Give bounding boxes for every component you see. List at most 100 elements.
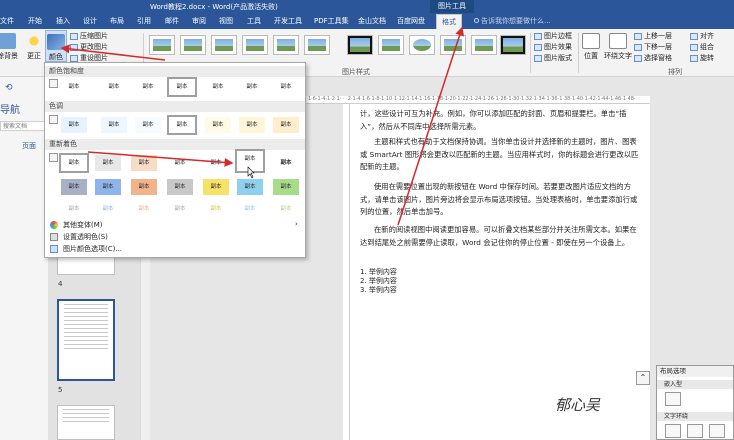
- recolor-swatch[interactable]: 副本: [59, 153, 89, 173]
- picture-layout-button[interactable]: 图片版式: [534, 53, 572, 63]
- tab-insert[interactable]: 插入: [56, 16, 70, 26]
- picture-style-3[interactable]: [211, 35, 237, 55]
- set-transparent-color-menu-item[interactable]: 设置透明色(S): [63, 232, 108, 242]
- remove-background-button[interactable]: 删除背景: [0, 33, 18, 63]
- recolor-swatch[interactable]: 副本: [61, 179, 87, 195]
- nav-pages-tab[interactable]: 页面: [22, 141, 36, 151]
- selection-pane-icon: [634, 54, 642, 62]
- color-button[interactable]: 颜色: [45, 30, 67, 62]
- recolor-swatch[interactable]: 副本: [131, 179, 157, 195]
- picture-color-options-menu-item[interactable]: 图片颜色选项(C)...: [63, 244, 122, 254]
- recolor-swatch[interactable]: 副本: [237, 201, 263, 217]
- saturation-swatch[interactable]: 副本: [167, 77, 197, 97]
- tab-review[interactable]: 审阅: [192, 16, 206, 26]
- saturation-swatch[interactable]: 副本: [239, 79, 265, 95]
- picture-style-9[interactable]: [409, 35, 435, 55]
- recolor-swatch[interactable]: 副本: [61, 201, 87, 217]
- recolor-swatch[interactable]: 副本: [273, 155, 299, 171]
- bring-forward-button[interactable]: 上移一层: [634, 31, 672, 41]
- tone-swatch[interactable]: 副本: [239, 117, 265, 133]
- tight-wrap-icon[interactable]: [687, 424, 703, 438]
- layout-options-button[interactable]: ⌃: [636, 371, 650, 385]
- tab-format[interactable]: 格式: [436, 14, 462, 29]
- tab-file[interactable]: 文件: [0, 16, 14, 26]
- saturation-swatch[interactable]: 副本: [273, 79, 299, 95]
- wrap-text-button[interactable]: 环绕文字: [603, 33, 633, 61]
- recolor-swatch-hovered[interactable]: 副本: [235, 149, 265, 173]
- tab-home[interactable]: 开始: [28, 16, 42, 26]
- picture-style-5[interactable]: [273, 35, 299, 55]
- tab-references[interactable]: 引用: [137, 16, 151, 26]
- change-picture-button[interactable]: 更改图片: [70, 42, 108, 52]
- signature-image[interactable]: 郁心吴: [555, 394, 600, 415]
- undo-arrow-icon[interactable]: ⟲: [5, 83, 13, 93]
- recolor-swatch[interactable]: 副本: [273, 179, 299, 195]
- tab-pdf-tools[interactable]: PDF工具集: [314, 16, 349, 26]
- compress-pictures-button[interactable]: 压缩图片: [70, 31, 108, 41]
- picture-style-2[interactable]: [180, 35, 206, 55]
- recolor-swatch[interactable]: 副本: [167, 179, 193, 195]
- picture-style-8[interactable]: [378, 35, 404, 55]
- picture-style-11[interactable]: [471, 35, 497, 55]
- group-button[interactable]: 组合: [690, 42, 714, 52]
- square-wrap-icon[interactable]: [665, 424, 681, 438]
- tone-swatch[interactable]: 副本: [205, 117, 231, 133]
- picture-border-button[interactable]: 图片边框: [534, 31, 572, 41]
- nav-search-input[interactable]: 搜索文档: [0, 121, 46, 131]
- recolor-swatch[interactable]: 副本: [95, 155, 121, 171]
- tab-layout[interactable]: 布局: [110, 16, 124, 26]
- horizontal-ruler[interactable]: ·8·1·6·1·4·1·2·1· · ·2·1·4·1·6·1·8·1·10·…: [300, 96, 654, 104]
- position-button[interactable]: 位置: [581, 33, 601, 61]
- color-tone-header: 色调: [45, 101, 305, 112]
- picture-style-4[interactable]: [242, 35, 268, 55]
- tab-developer[interactable]: 开发工具: [274, 16, 302, 26]
- recolor-swatch[interactable]: 副本: [237, 179, 263, 195]
- recolor-swatch[interactable]: 副本: [203, 179, 229, 195]
- recolor-swatch[interactable]: 副本: [131, 155, 157, 171]
- picture-style-12[interactable]: [500, 35, 526, 55]
- saturation-swatch[interactable]: 副本: [101, 79, 127, 95]
- saturation-swatch[interactable]: 副本: [205, 79, 231, 95]
- picture-style-6[interactable]: [304, 35, 330, 55]
- picture-style-7[interactable]: [347, 35, 373, 55]
- saturation-swatch[interactable]: 副本: [61, 79, 87, 95]
- recolor-swatch[interactable]: 副本: [131, 201, 157, 217]
- picture-effects-button[interactable]: 图片效果: [534, 42, 572, 52]
- picture-style-10[interactable]: [440, 35, 466, 55]
- recolor-swatch[interactable]: 副本: [167, 201, 193, 217]
- vertical-ruler[interactable]: [343, 104, 350, 440]
- page-thumbnail-5[interactable]: [57, 299, 115, 381]
- through-wrap-icon[interactable]: [709, 424, 725, 438]
- document-page[interactable]: 计，这些设计可互为补充。例如，你可以添加匹配的封面、页眉和提要栏。单击“插入”，…: [350, 104, 650, 440]
- corrections-button[interactable]: 更正: [24, 33, 44, 61]
- recolor-swatch[interactable]: 副本: [95, 179, 121, 195]
- recolor-swatch[interactable]: 副本: [203, 155, 229, 171]
- more-variants-menu-item[interactable]: 其他变体(M): [63, 220, 103, 230]
- tone-swatch[interactable]: 副本: [167, 115, 197, 135]
- send-backward-button[interactable]: 下移一层: [634, 42, 672, 52]
- tab-tools[interactable]: 工具: [247, 16, 261, 26]
- tone-swatch[interactable]: 副本: [101, 117, 127, 133]
- saturation-swatch[interactable]: 副本: [135, 79, 161, 95]
- recolor-swatch[interactable]: 副本: [167, 155, 193, 171]
- rotate-button[interactable]: 旋转: [690, 53, 714, 63]
- tab-mailings[interactable]: 邮件: [165, 16, 179, 26]
- recolor-swatch[interactable]: 副本: [203, 201, 229, 217]
- align-button[interactable]: 对齐: [690, 31, 714, 41]
- arrange-group-label: 排列: [668, 68, 682, 76]
- align-icon: [690, 32, 698, 40]
- tone-swatch[interactable]: 副本: [273, 117, 299, 133]
- tell-me-search[interactable]: 告诉我你想要做什么...: [474, 16, 551, 26]
- recolor-swatch[interactable]: 副本: [273, 201, 299, 217]
- picture-style-1[interactable]: [149, 35, 175, 55]
- recolor-swatch[interactable]: 副本: [95, 201, 121, 217]
- tab-design[interactable]: 设计: [83, 16, 97, 26]
- inline-with-text-icon[interactable]: [665, 392, 681, 406]
- page-thumbnail-6[interactable]: [57, 405, 115, 440]
- tone-swatch[interactable]: 副本: [135, 117, 161, 133]
- tab-baidu-netdisk[interactable]: 百度网盘: [397, 16, 425, 26]
- selection-pane-button[interactable]: 选择窗格: [634, 53, 672, 63]
- tab-view[interactable]: 视图: [219, 16, 233, 26]
- tone-swatch[interactable]: 副本: [61, 117, 87, 133]
- tab-kingsoft-docs[interactable]: 金山文档: [358, 16, 386, 26]
